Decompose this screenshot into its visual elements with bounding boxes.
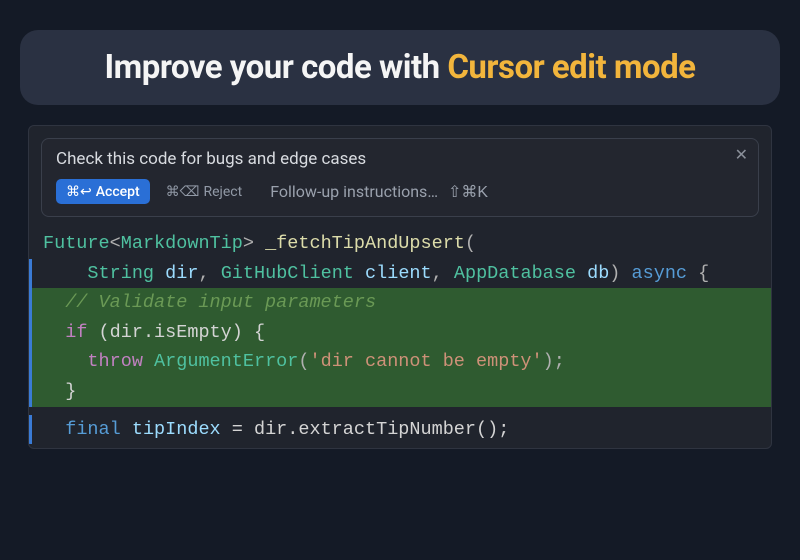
code-line: final tipIndex = dir.extractTipNumber(); xyxy=(29,415,771,445)
prompt-actions: ⌘↩ Accept ⌘⌫ Reject Follow-up instructio… xyxy=(56,179,744,204)
code-line: String dir, GitHubClient client, AppData… xyxy=(29,259,771,289)
gutter-bar xyxy=(29,377,32,407)
title-bar: Improve your code with Cursor edit mode xyxy=(20,30,780,105)
followup-shortcut: ⇧⌘K xyxy=(448,184,488,201)
reject-button[interactable]: ⌘⌫ Reject xyxy=(166,183,243,200)
code-area: Future<MarkdownTip> _fetchTipAndUpsert( … xyxy=(29,225,771,448)
prompt-text: Check this code for bugs and edge cases xyxy=(56,149,744,169)
code-line-added: } xyxy=(29,377,771,407)
blank-line xyxy=(29,407,771,415)
reject-shortcut: ⌘⌫ xyxy=(166,183,200,200)
accept-shortcut: ⌘↩ xyxy=(66,183,92,200)
title-prefix: Improve your code with xyxy=(105,48,448,87)
inline-prompt-box: ✕ Check this code for bugs and edge case… xyxy=(41,138,759,217)
gutter-bar xyxy=(29,318,32,348)
code-line-added: if (dir.isEmpty) { xyxy=(29,318,771,348)
gutter-bar xyxy=(29,347,32,377)
code-line: Future<MarkdownTip> _fetchTipAndUpsert( xyxy=(29,229,771,259)
code-line-added: // Validate input parameters xyxy=(29,288,771,318)
editor-panel: ✕ Check this code for bugs and edge case… xyxy=(28,125,772,449)
close-icon[interactable]: ✕ xyxy=(735,147,748,163)
code-line-added: throw ArgumentError('dir cannot be empty… xyxy=(29,347,771,377)
page-title: Improve your code with Cursor edit mode xyxy=(48,48,752,87)
title-accent: Cursor edit mode xyxy=(447,48,695,87)
accept-label: Accept xyxy=(96,184,140,200)
followup-placeholder: Follow-up instructions… xyxy=(270,182,438,201)
followup-input[interactable]: Follow-up instructions… ⇧⌘K xyxy=(258,182,744,202)
gutter-bar xyxy=(29,415,32,445)
gutter-bar xyxy=(29,259,32,289)
reject-label: Reject xyxy=(203,184,242,200)
accept-button[interactable]: ⌘↩ Accept xyxy=(56,179,150,204)
gutter-bar xyxy=(29,288,32,318)
